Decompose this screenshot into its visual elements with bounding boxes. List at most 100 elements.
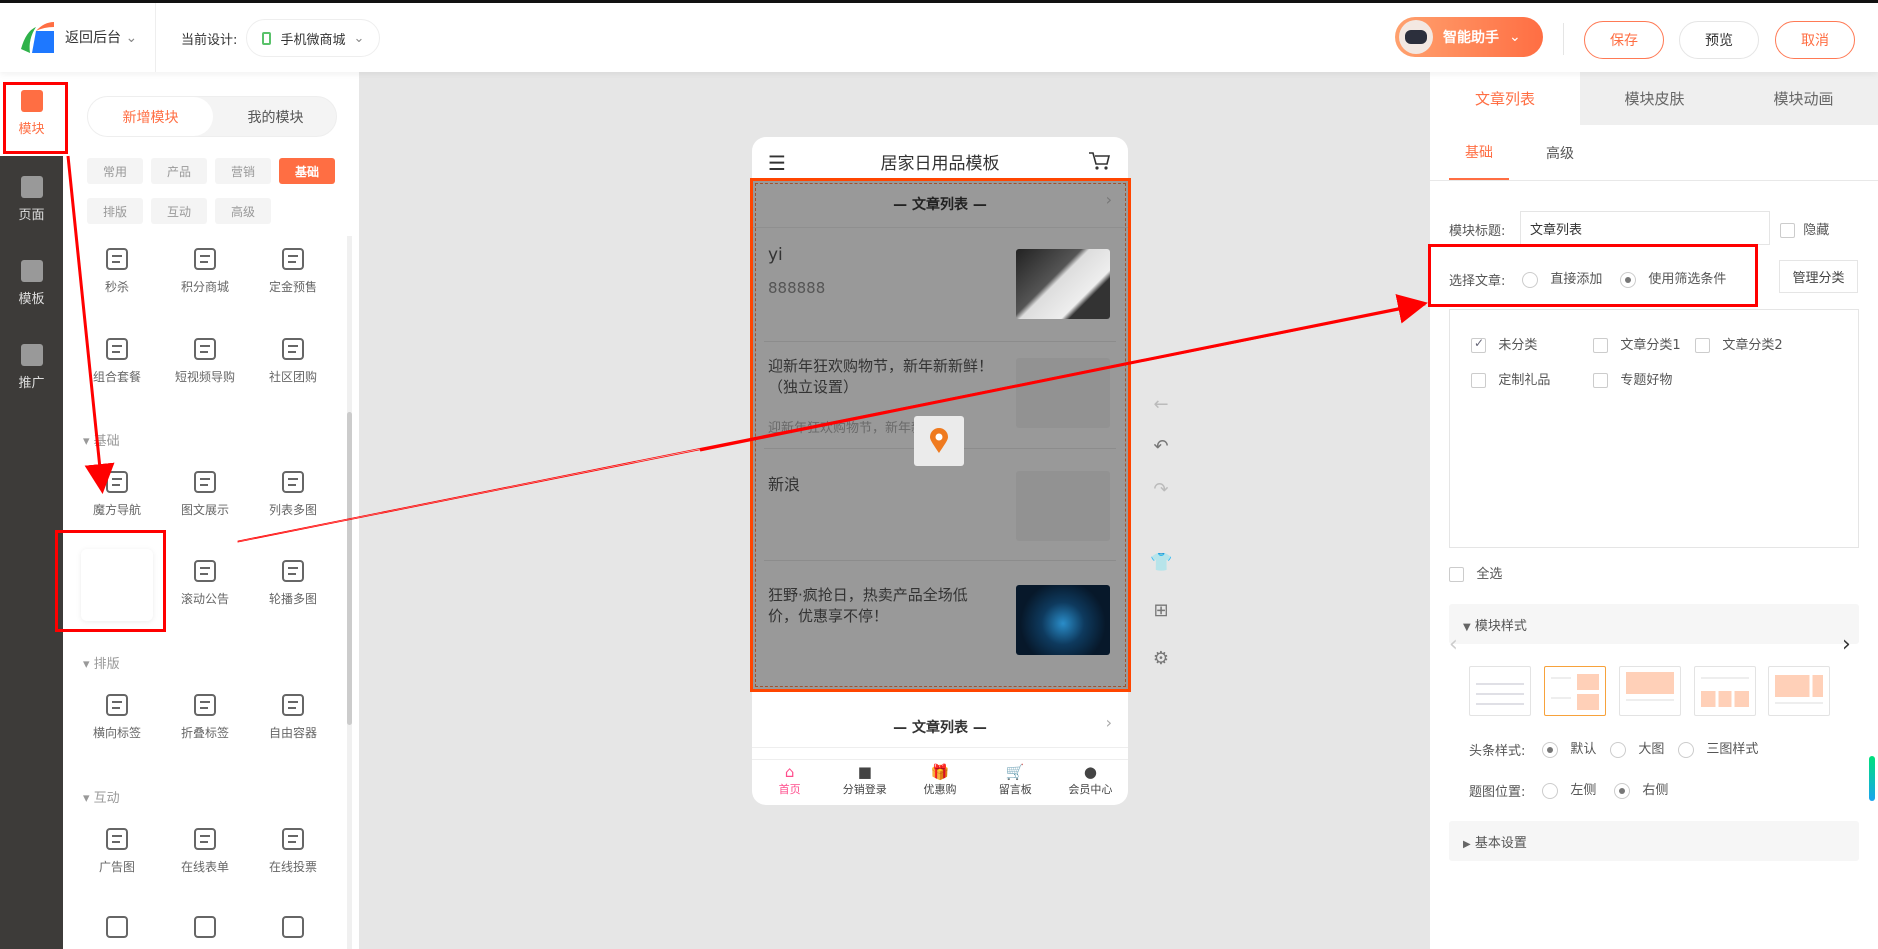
module-label: 在线投票 <box>268 860 317 874</box>
category-checkbox[interactable]: 定制礼品 <box>1471 369 1550 388</box>
module-marketing-2[interactable]: 定金预售 <box>249 246 337 295</box>
module-basic-5[interactable]: 轮播多图 <box>249 558 337 607</box>
style-option-1[interactable] <box>1469 666 1531 716</box>
checkbox[interactable] <box>1780 223 1795 238</box>
undo-icon[interactable]: ↶ <box>1150 436 1172 458</box>
module-basic-2[interactable]: 列表多图 <box>249 469 337 518</box>
style-option-3[interactable] <box>1619 666 1681 716</box>
category-label: 专题好物 <box>1620 373 1673 388</box>
back-to-admin[interactable]: 返回后台 ⌄ <box>65 27 137 47</box>
hide-checkbox[interactable]: 隐藏 <box>1780 219 1829 238</box>
tab-article-list[interactable]: 文章列表 <box>1430 72 1580 125</box>
style-option-5[interactable] <box>1768 666 1830 716</box>
tabbar-item[interactable]: ⌂ 首页 <box>752 760 827 805</box>
redo-icon[interactable]: ↷ <box>1150 479 1172 501</box>
module-layout-2[interactable]: 自由容器 <box>249 692 337 741</box>
module-title-input[interactable] <box>1520 211 1770 245</box>
section-layout[interactable]: ▾ 排版 <box>83 653 120 672</box>
cancel-button[interactable]: 取消 <box>1775 21 1855 59</box>
chevron-right-icon[interactable]: › <box>1842 632 1851 657</box>
section-interact[interactable]: ▾ 互动 <box>83 787 120 806</box>
logo-icon <box>21 22 54 53</box>
category-checkbox[interactable]: 文章分类2 <box>1695 334 1783 353</box>
module-basic-1[interactable]: 图文展示 <box>161 469 249 518</box>
scroll-indicator[interactable] <box>1869 756 1875 801</box>
module-marketing-0[interactable]: 秒杀 <box>73 246 161 295</box>
module-interact-2[interactable]: 在线投票 <box>249 826 337 875</box>
chip-common[interactable]: 常用 <box>87 158 143 184</box>
shirt-icon[interactable]: 👕 <box>1150 552 1172 574</box>
module-icon <box>106 248 128 270</box>
tab-my-modules[interactable]: 我的模块 <box>213 97 338 136</box>
chip-basic[interactable]: 基础 <box>279 158 335 184</box>
panel-scrollbar[interactable] <box>347 236 352 949</box>
module-marketing-3[interactable]: 组合套餐 <box>73 336 161 385</box>
radio-image-right[interactable]: 右侧 <box>1614 779 1668 799</box>
chevron-left-icon[interactable]: ‹ <box>1449 632 1458 657</box>
module-interact-more[interactable] <box>73 914 161 946</box>
module-marketing-1[interactable]: 积分商城 <box>161 246 249 295</box>
design-select[interactable]: 手机微商城 ⌄ <box>246 19 380 57</box>
tabbar-item[interactable]: 🎁 优惠购 <box>902 760 977 805</box>
module-label: 轮播多图 <box>268 592 317 606</box>
scrollbar-thumb[interactable] <box>347 412 352 725</box>
radio-headline-three[interactable]: 三图样式 <box>1678 738 1758 758</box>
module-marketing-5[interactable]: 社区团购 <box>249 336 337 385</box>
tab-module-animation[interactable]: 模块动画 <box>1729 72 1878 125</box>
assistant-button[interactable]: 智能助手 ⌄ <box>1395 17 1543 57</box>
module-layout-1[interactable]: 折叠标签 <box>161 692 249 741</box>
category-checkbox[interactable]: 专题好物 <box>1593 369 1672 388</box>
chip-layout[interactable]: 排版 <box>87 198 143 224</box>
style-option-2-selected[interactable] <box>1544 666 1606 716</box>
module-marketing-4[interactable]: 短视频导购 <box>161 336 249 385</box>
design-value: 手机微商城 <box>280 32 346 48</box>
select-all-checkbox[interactable]: 全选 <box>1449 563 1502 582</box>
chevron-right-icon[interactable]: › <box>1106 713 1112 732</box>
preview-button[interactable]: 预览 <box>1679 21 1759 59</box>
subtab-advanced[interactable]: 高级 <box>1530 125 1590 180</box>
module-layout-0[interactable]: 横向标签 <box>73 692 161 741</box>
radio-image-left[interactable]: 左侧 <box>1542 779 1596 799</box>
radio-headline-default[interactable]: 默认 <box>1542 738 1596 758</box>
chip-interact[interactable]: 互动 <box>151 198 207 224</box>
tabbar-item[interactable]: ■ 分销登录 <box>827 760 902 805</box>
nav-item-pages[interactable]: 页面 <box>0 162 63 240</box>
chip-marketing[interactable]: 营销 <box>215 158 271 184</box>
tab-module-skin[interactable]: 模块皮肤 <box>1580 72 1729 125</box>
module-basic-0[interactable]: 魔方导航 <box>73 469 161 518</box>
grid-icon[interactable]: ⊞ <box>1150 600 1172 622</box>
module-interact-more[interactable] <box>161 914 249 946</box>
save-button[interactable]: 保存 <box>1584 21 1664 59</box>
module-basic-4[interactable]: 滚动公告 <box>161 558 249 607</box>
module-style-section[interactable]: ▼ 模块样式 <box>1449 604 1859 644</box>
cart-icon[interactable] <box>1088 151 1110 171</box>
tab-new-modules[interactable]: 新增模块 <box>88 97 213 136</box>
basic-settings-section[interactable]: ▶ 基本设置 <box>1449 821 1859 861</box>
gear-icon[interactable]: ⚙ <box>1150 648 1172 670</box>
section-basic[interactable]: ▾ 基础 <box>83 430 120 449</box>
tabbar-item[interactable]: ● 会员中心 <box>1053 760 1128 805</box>
chip-advanced[interactable]: 高级 <box>215 198 271 224</box>
manage-categories-button[interactable]: 管理分类 <box>1779 260 1858 293</box>
arrow-left-icon[interactable]: ← <box>1150 394 1172 416</box>
checkbox[interactable] <box>1593 373 1608 388</box>
module-interact-more[interactable] <box>249 914 337 946</box>
category-checkbox[interactable]: 文章分类1 <box>1593 334 1681 353</box>
chevron-down-icon: ⌄ <box>1509 29 1521 45</box>
nav-item-promotion[interactable]: 推广 <box>0 330 63 408</box>
chip-product[interactable]: 产品 <box>151 158 207 184</box>
style-option-4[interactable] <box>1694 666 1756 716</box>
checkbox[interactable] <box>1593 338 1608 353</box>
module-interact-0[interactable]: 广告图 <box>73 826 161 875</box>
module-interact-1[interactable]: 在线表单 <box>161 826 249 875</box>
article-list-module-2[interactable]: — 文章列表 — › <box>752 703 1128 748</box>
checkbox[interactable] <box>1471 373 1486 388</box>
checkbox[interactable] <box>1449 567 1464 582</box>
checkbox[interactable] <box>1695 338 1710 353</box>
nav-item-templates[interactable]: 模板 <box>0 246 63 324</box>
category-checkbox[interactable]: ✓ 未分类 <box>1471 334 1537 353</box>
subtab-basic[interactable]: 基础 <box>1449 125 1509 180</box>
radio-headline-large[interactable]: 大图 <box>1610 738 1664 758</box>
tabbar-item[interactable]: 🛒 留言板 <box>978 760 1053 805</box>
checkbox[interactable]: ✓ <box>1471 336 1486 353</box>
